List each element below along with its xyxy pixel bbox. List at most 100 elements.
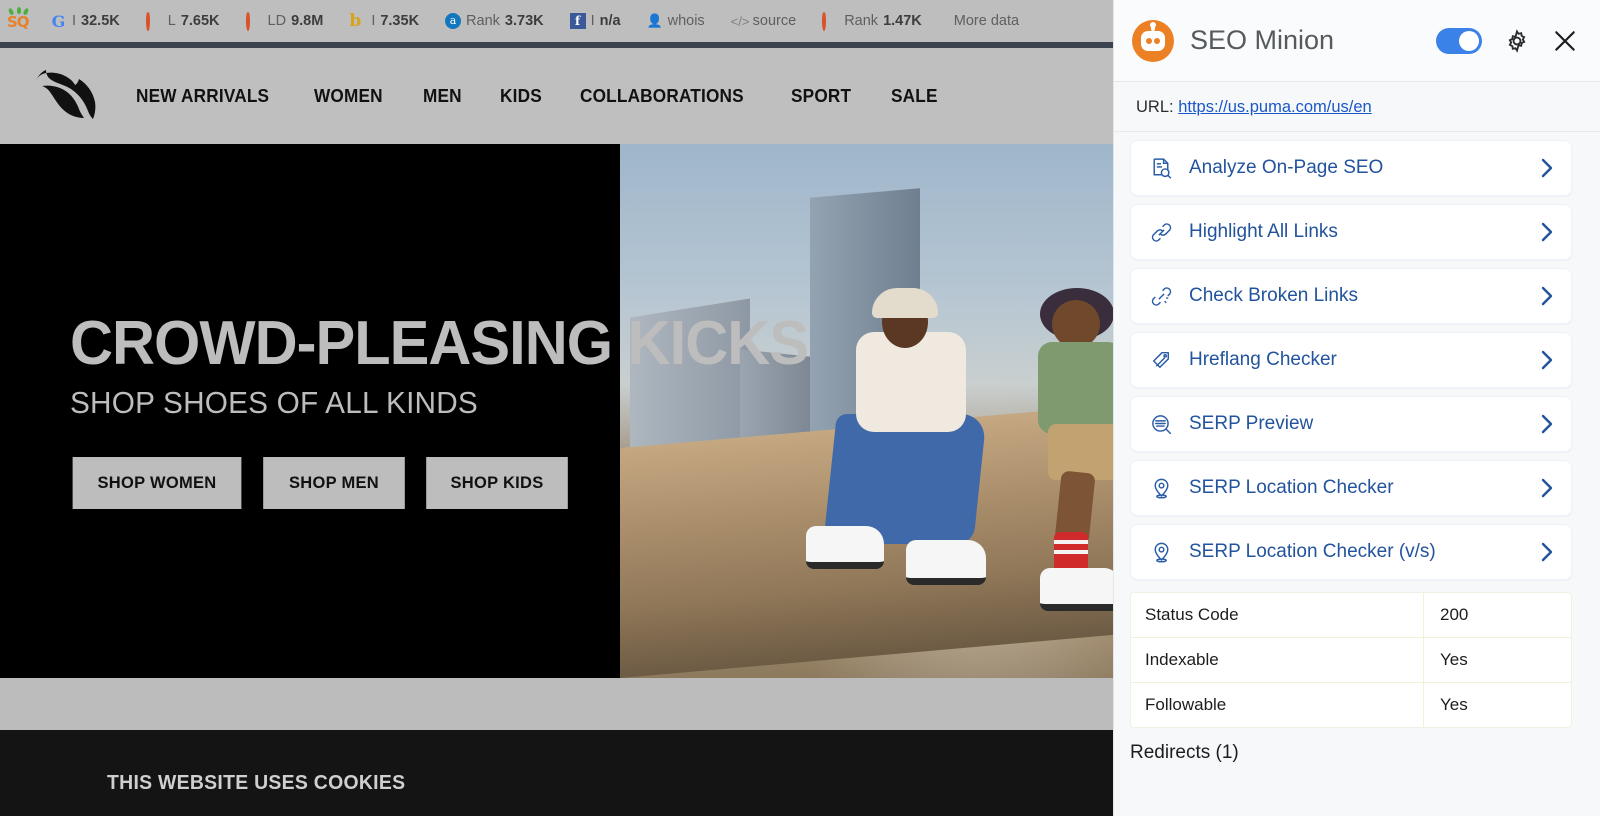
- source-icon: </>: [730, 13, 750, 29]
- facebook-icon: f: [569, 13, 586, 29]
- shop-kids-button[interactable]: SHOP KIDS: [426, 457, 568, 509]
- hero-banner: CROWD-PLEASING KICKS SHOP SHOES OF ALL K…: [0, 144, 1113, 678]
- puma-navbar: NEW ARRIVALS WOMEN MEN KIDS COLLABORATIO…: [0, 48, 1113, 144]
- chevron-right-icon: [1539, 155, 1555, 181]
- menu-item-label: SERP Location Checker: [1189, 477, 1394, 498]
- bing-icon: b: [349, 10, 362, 31]
- chevron-right-icon: [1539, 283, 1555, 309]
- sq-metric-value: 7.35K: [380, 13, 420, 29]
- url-label: URL:: [1136, 98, 1174, 116]
- hero-copy: CROWD-PLEASING KICKS SHOP SHOES OF ALL K…: [70, 144, 839, 678]
- moz-icon: [145, 10, 163, 31]
- table-row: Status Code 200: [1131, 593, 1571, 638]
- sq-metric-facebook[interactable]: f I n/a: [569, 13, 621, 29]
- sq-metric-alexa[interactable]: a Rank 3.73K: [445, 13, 544, 29]
- info-value: Yes: [1423, 683, 1571, 727]
- web-page-content: NEW ARRIVALS WOMEN MEN KIDS COLLABORATIO…: [0, 48, 1113, 816]
- sq-whois-link[interactable]: 👤 whois: [647, 13, 705, 29]
- sq-metric-label: LD: [267, 13, 287, 29]
- sq-metric-label: Rank: [466, 13, 500, 29]
- menu-item-label: SERP Preview: [1189, 413, 1314, 434]
- nav-link-men[interactable]: MEN: [423, 85, 462, 107]
- panel-title: SEO Minion: [1190, 25, 1335, 55]
- url-link[interactable]: https://us.puma.com/us/en: [1178, 98, 1372, 116]
- menu-item-label: Hreflang Checker: [1189, 349, 1337, 370]
- serp-search-icon: [1147, 410, 1175, 438]
- chevron-right-icon: [1539, 347, 1555, 373]
- info-key: Status Code: [1145, 605, 1239, 624]
- semrush-icon: [822, 10, 839, 31]
- shop-men-button[interactable]: SHOP MEN: [263, 457, 405, 509]
- sq-metric-google[interactable]: G I 32.5K: [50, 13, 120, 30]
- tag-icon: [1147, 346, 1175, 374]
- sq-metric-value: 3.73K: [504, 13, 544, 29]
- location-pin-icon: [1147, 474, 1175, 502]
- menu-item-highlight-all-links[interactable]: Highlight All Links: [1130, 204, 1572, 260]
- google-icon: G: [51, 11, 66, 31]
- alexa-icon: a: [445, 13, 462, 29]
- info-key: Followable: [1145, 695, 1227, 714]
- menu-item-label: Analyze On-Page SEO: [1189, 157, 1384, 178]
- sq-metric-label: whois: [667, 13, 705, 29]
- sq-source-link[interactable]: </> source: [731, 13, 797, 30]
- nav-link-kids[interactable]: KIDS: [500, 85, 542, 107]
- chevron-right-icon: [1539, 219, 1555, 245]
- menu-item-serp-location-checker-vs[interactable]: SERP Location Checker (v/s): [1130, 524, 1572, 580]
- menu-item-serp-preview[interactable]: SERP Preview: [1130, 396, 1572, 452]
- moz-icon: [245, 10, 263, 31]
- menu-item-analyze-on-page-seo[interactable]: Analyze On-Page SEO: [1130, 140, 1572, 196]
- nav-link-sale[interactable]: SALE: [891, 85, 938, 107]
- broken-link-icon: [1147, 282, 1175, 310]
- hero-title: CROWD-PLEASING KICKS: [70, 309, 809, 378]
- seo-minion-robot-icon: [1132, 19, 1174, 62]
- sq-metric-bing[interactable]: b I 7.35K: [349, 10, 420, 31]
- redirects-section-label: Redirects (1): [1130, 742, 1239, 763]
- sq-more-data-link[interactable]: More data: [954, 13, 1019, 29]
- sq-metric-label: source: [752, 13, 797, 29]
- menu-item-label: Check Broken Links: [1189, 285, 1358, 306]
- tools-menu: Analyze On-Page SEO Highlight All Links: [1114, 132, 1600, 580]
- hero-cta-group: SHOP WOMEN SHOP MEN SHOP KIDS: [70, 457, 839, 509]
- info-key: Indexable: [1145, 650, 1219, 669]
- document-search-icon: [1147, 154, 1175, 182]
- sq-metric-label: I: [72, 13, 77, 29]
- panel-enable-toggle[interactable]: [1436, 27, 1482, 54]
- sq-metric-value: n/a: [599, 13, 621, 29]
- chevron-right-icon: [1539, 539, 1555, 565]
- sq-metric-value: 7.65K: [180, 13, 220, 29]
- info-value: 200: [1423, 593, 1571, 637]
- seo-minion-panel: SEO Minion URL: https://us.puma.com/us/e…: [1113, 0, 1600, 816]
- seoquake-toolbar: SQ G I 32.5K L 7.65K LD 9.8M b I 7.35K a…: [0, 0, 1113, 42]
- sq-metric-value: 9.8M: [291, 13, 324, 29]
- table-row: Followable Yes: [1131, 683, 1571, 727]
- nav-link-sport[interactable]: SPORT: [791, 85, 851, 107]
- puma-logo-icon[interactable]: [28, 67, 108, 125]
- gear-icon[interactable]: [1504, 28, 1530, 54]
- nav-link-new-arrivals[interactable]: NEW ARRIVALS: [136, 85, 269, 107]
- hero-subtitle: SHOP SHOES OF ALL KINDS: [70, 385, 478, 420]
- puma-nav-links: NEW ARRIVALS WOMEN MEN KIDS COLLABORATIO…: [136, 85, 976, 107]
- cookie-banner: THIS WEBSITE USES COOKIES PUMA and our t…: [0, 730, 1113, 816]
- sq-metric-label: I: [590, 13, 595, 29]
- whois-icon: 👤: [646, 13, 663, 28]
- chevron-right-icon: [1539, 411, 1555, 437]
- location-pin-icon: [1147, 538, 1175, 566]
- info-value: Yes: [1423, 638, 1571, 682]
- sq-metric-label: Rank: [844, 13, 879, 29]
- shop-women-button[interactable]: SHOP WOMEN: [72, 457, 242, 509]
- chevron-right-icon: [1539, 475, 1555, 501]
- sq-metric-value: 32.5K: [81, 13, 120, 29]
- close-icon[interactable]: [1552, 28, 1578, 54]
- sq-metric-moz-links[interactable]: L 7.65K: [145, 10, 220, 31]
- menu-item-hreflang-checker[interactable]: Hreflang Checker: [1130, 332, 1572, 388]
- nav-link-women[interactable]: WOMEN: [314, 85, 383, 107]
- sq-metric-label: I: [371, 13, 376, 29]
- link-icon: [1147, 218, 1175, 246]
- menu-item-check-broken-links[interactable]: Check Broken Links: [1130, 268, 1572, 324]
- sq-metric-moz-linking-domains[interactable]: LD 9.8M: [245, 10, 324, 31]
- nav-link-collaborations[interactable]: COLLABORATIONS: [580, 85, 744, 107]
- seoquake-logo-icon[interactable]: SQ: [6, 7, 32, 34]
- menu-item-serp-location-checker[interactable]: SERP Location Checker: [1130, 460, 1572, 516]
- sq-metric-semrush-rank[interactable]: Rank 1.47K: [822, 10, 922, 31]
- menu-item-label: SERP Location Checker (v/s): [1189, 541, 1436, 562]
